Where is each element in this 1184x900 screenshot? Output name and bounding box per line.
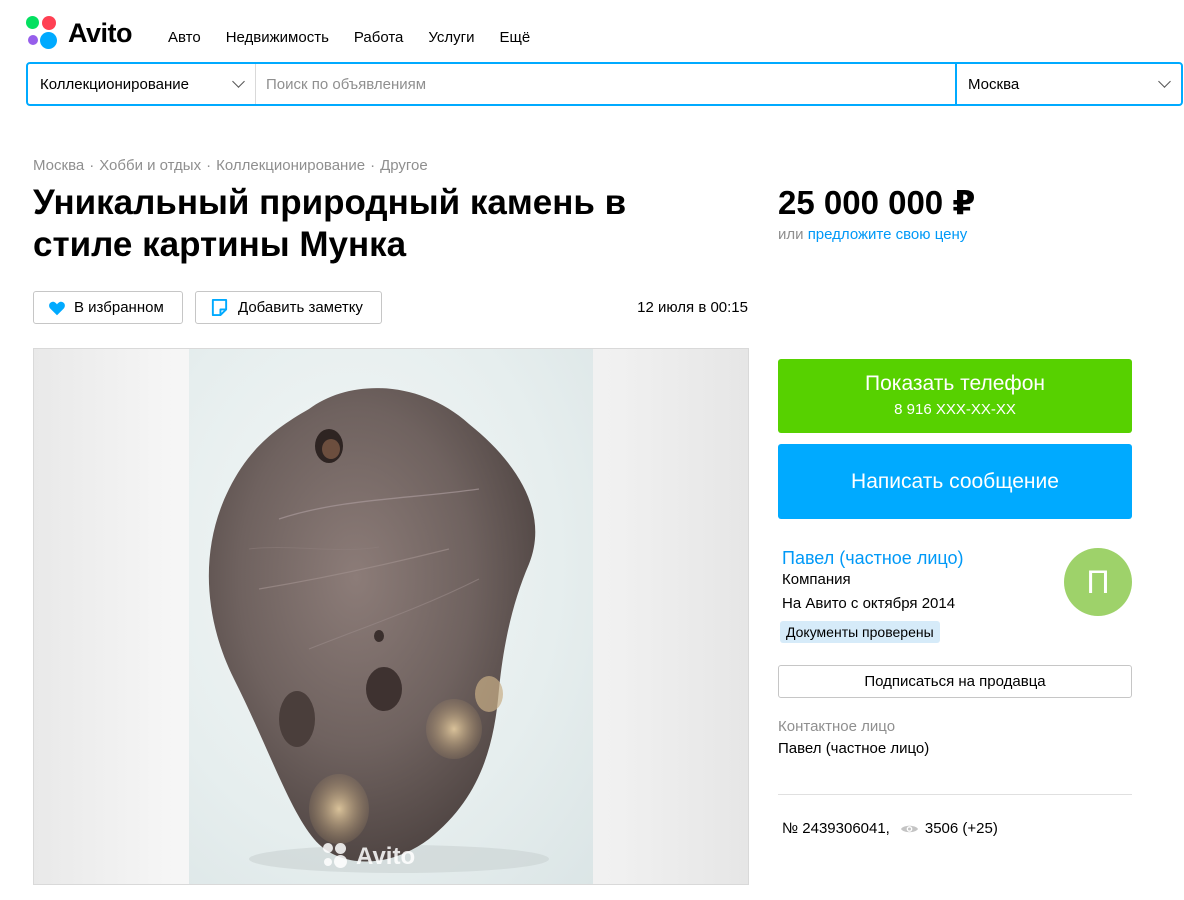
add-note-button[interactable]: Добавить заметку <box>195 291 382 324</box>
nav-item-more[interactable]: Ещё <box>500 29 531 46</box>
documents-verified-badge: Документы проверены <box>780 621 940 643</box>
offer-price-link[interactable]: предложите свою цену <box>808 226 968 243</box>
breadcrumb-item-hobby[interactable]: Хобби и отдых <box>99 157 201 174</box>
show-phone-button[interactable]: Показать телефон 8 916 XXX-XX-XX <box>778 359 1132 433</box>
breadcrumb: Москва · Хобби и отдых · Коллекционирова… <box>33 157 428 174</box>
subscribe-seller-button[interactable]: Подписаться на продавца <box>778 665 1132 698</box>
heart-icon <box>49 301 65 315</box>
subscribe-seller-label: Подписаться на продавца <box>864 673 1046 690</box>
nav-item-services[interactable]: Услуги <box>428 29 474 46</box>
favorite-button[interactable]: В избранном <box>33 291 183 324</box>
note-icon <box>211 298 228 317</box>
favorite-button-label: В избранном <box>74 299 164 316</box>
seller-name-link[interactable]: Павел (частное лицо) <box>782 548 964 569</box>
breadcrumb-separator: · <box>89 157 95 174</box>
breadcrumb-separator: · <box>206 157 212 174</box>
search-input[interactable] <box>256 64 955 104</box>
top-nav: Авто Недвижимость Работа Услуги Ещё <box>168 29 530 46</box>
watermark-text: Avito <box>356 843 416 870</box>
search-bar: Коллекционирование Москва <box>26 62 1183 106</box>
show-phone-label: Показать телефон <box>865 372 1045 395</box>
stone-image <box>208 388 549 873</box>
avito-watermark: Avito <box>323 843 415 871</box>
category-select-value: Коллекционирование <box>40 75 189 93</box>
eye-icon <box>900 825 918 832</box>
breadcrumb-separator: · <box>370 157 376 174</box>
listing-price: 25 000 000 ₽ <box>778 184 976 221</box>
listing-photo[interactable] <box>189 349 593 884</box>
city-select-value: Москва <box>968 75 1020 93</box>
avito-logo[interactable]: Avito <box>26 16 133 50</box>
avito-watermark-icon <box>323 843 351 871</box>
write-message-label: Написать сообщение <box>851 469 1059 493</box>
photo-gallery[interactable]: Avito <box>33 348 749 885</box>
category-select[interactable]: Коллекционирование <box>28 64 256 104</box>
listing-meta: № 2439306041, 3506 (+25) <box>782 820 998 837</box>
contact-person-name: Павел (частное лицо) <box>778 740 930 757</box>
phone-masked: 8 916 XXX-XX-XX <box>894 401 1016 418</box>
chevron-down-icon <box>1158 75 1171 88</box>
breadcrumb-item-other[interactable]: Другое <box>380 157 428 174</box>
nav-item-jobs[interactable]: Работа <box>354 29 404 46</box>
ad-number: № 2439306041, <box>782 820 890 837</box>
divider <box>778 794 1132 795</box>
city-select[interactable]: Москва <box>955 64 1181 104</box>
listing-title: Уникальный природный камень в стиле карт… <box>33 183 627 264</box>
breadcrumb-item-city[interactable]: Москва <box>33 157 84 174</box>
breadcrumb-item-collecting[interactable]: Коллекционирование <box>216 157 365 174</box>
write-message-button[interactable]: Написать сообщение <box>778 444 1132 519</box>
chevron-down-icon <box>232 75 245 88</box>
nav-item-auto[interactable]: Авто <box>168 29 201 46</box>
avito-logo-icon <box>26 16 60 50</box>
logo-text: Avito <box>68 17 133 48</box>
contact-person-label: Контактное лицо <box>778 718 896 735</box>
listing-date: 12 июля в 00:15 <box>637 299 748 316</box>
price-offer: или предложите свою цену <box>778 226 967 243</box>
views-count: 3506 (+25) <box>924 820 998 837</box>
seller-type: Компания <box>782 571 851 588</box>
add-note-label: Добавить заметку <box>238 299 363 316</box>
seller-avatar[interactable]: П <box>1064 548 1132 616</box>
seller-since: На Авито с октября 2014 <box>782 595 956 612</box>
price-offer-prefix: или <box>778 226 804 243</box>
nav-item-realty[interactable]: Недвижимость <box>226 29 329 46</box>
